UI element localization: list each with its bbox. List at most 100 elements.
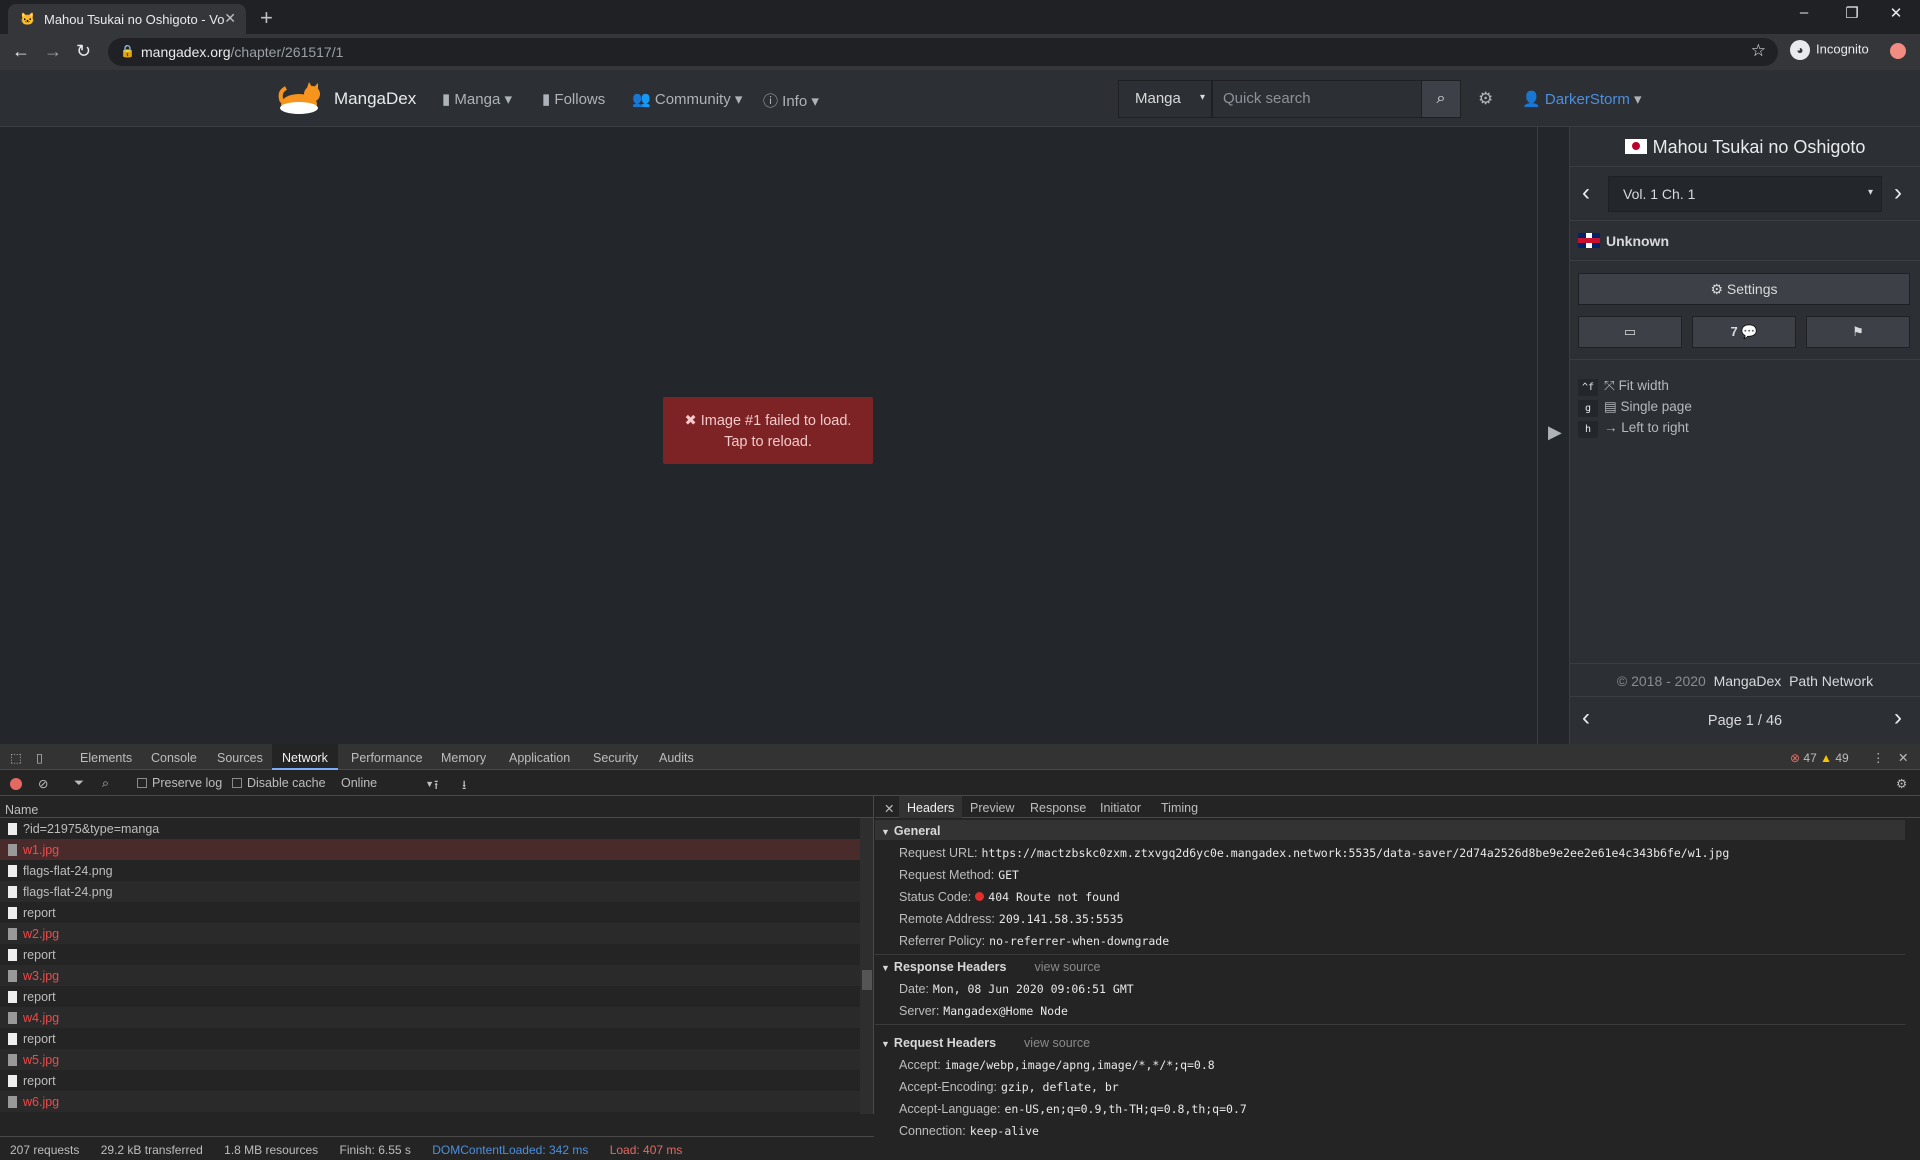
request-row[interactable]: w5.jpg bbox=[0, 1049, 860, 1070]
tab-audits[interactable]: Audits bbox=[659, 751, 694, 765]
tab-sources[interactable]: Sources bbox=[217, 751, 263, 765]
export-har-icon[interactable]: ⭳ bbox=[462, 776, 466, 797]
list-scrollbar[interactable] bbox=[860, 818, 873, 1114]
issue-counters[interactable]: ⊗ 47 ▲ 49 bbox=[1790, 751, 1849, 765]
clear-icon[interactable]: ⊘ bbox=[38, 776, 48, 791]
request-headers-toggle[interactable]: ▼ Request Headers view source bbox=[881, 1036, 1090, 1050]
import-har-icon[interactable]: ⭱ bbox=[434, 776, 438, 797]
view-source-link[interactable]: view source bbox=[1034, 960, 1100, 974]
request-row[interactable]: w1.jpg bbox=[0, 839, 860, 860]
shortcut-direction[interactable]: h → Left to right bbox=[1578, 420, 1689, 438]
close-tab-icon[interactable]: ✕ bbox=[224, 10, 236, 27]
reload-icon[interactable]: ↻ bbox=[76, 41, 91, 62]
request-row[interactable]: flags-flat-24.png bbox=[0, 881, 860, 902]
minimize-icon[interactable]: – bbox=[1784, 4, 1824, 21]
manga-title[interactable]: Mahou Tsukai no Oshigoto bbox=[1570, 127, 1920, 167]
tab-response[interactable]: Response bbox=[1030, 801, 1086, 815]
tab-elements[interactable]: Elements bbox=[80, 751, 132, 765]
report-button[interactable]: ⚑ bbox=[1806, 316, 1910, 348]
prev-page-icon[interactable]: ‹ bbox=[1582, 704, 1590, 732]
tab-initiator[interactable]: Initiator bbox=[1100, 801, 1141, 815]
request-row[interactable]: w6.jpg bbox=[0, 1091, 860, 1112]
search-type-select[interactable]: Manga ▾ bbox=[1118, 80, 1212, 118]
request-row[interactable]: w2.jpg bbox=[0, 923, 860, 944]
request-row[interactable]: report bbox=[0, 1028, 860, 1049]
image-load-error[interactable]: ✖ Image #1 failed to load. Tap to reload… bbox=[663, 397, 873, 464]
bookmark-star-icon[interactable]: ☆ bbox=[1751, 41, 1766, 61]
browser-tab[interactable]: 🐱 Mahou Tsukai no Oshigoto - Vol. ✕ bbox=[8, 4, 246, 34]
disable-cache-checkbox[interactable]: Disable cache bbox=[232, 776, 326, 790]
detail-tabbar: ✕ Headers Preview Response Initiator Tim… bbox=[875, 796, 1920, 818]
request-row[interactable]: report bbox=[0, 986, 860, 1007]
new-tab-icon[interactable]: + bbox=[260, 5, 273, 31]
back-icon[interactable]: ← bbox=[12, 41, 30, 62]
response-headers-toggle[interactable]: ▼ Response Headers view source bbox=[881, 960, 1100, 974]
shortcut-fit-width[interactable]: ^f ⤧ Fit width bbox=[1578, 378, 1669, 396]
scrollbar-thumb[interactable] bbox=[862, 970, 872, 990]
more-options-icon[interactable]: ⋮ bbox=[1872, 750, 1885, 765]
mangadex-logo-icon[interactable] bbox=[278, 82, 324, 116]
record-icon[interactable] bbox=[10, 778, 22, 790]
nav-info[interactable]: ⓘ Info ▾ bbox=[763, 90, 819, 111]
prev-chapter-icon[interactable]: ‹ bbox=[1582, 179, 1590, 207]
tab-performance[interactable]: Performance bbox=[351, 751, 423, 765]
filter-icon[interactable]: ⏷ bbox=[74, 776, 84, 791]
nav-community[interactable]: 👥 Community ▾ bbox=[632, 90, 742, 108]
settings-gear-icon[interactable]: ⚙ bbox=[1478, 89, 1493, 109]
tab-network[interactable]: Network bbox=[272, 744, 338, 770]
collapse-sidebar-button[interactable]: ▶ bbox=[1537, 127, 1570, 744]
tab-console[interactable]: Console bbox=[151, 751, 197, 765]
shortcut-single-page[interactable]: g ▤ Single page bbox=[1578, 399, 1692, 417]
nav-follows[interactable]: ▮ Follows bbox=[542, 90, 605, 108]
request-row[interactable]: w3.jpg bbox=[0, 965, 860, 986]
close-devtools-icon[interactable]: ✕ bbox=[1898, 750, 1908, 765]
device-toolbar-icon[interactable]: ▯ bbox=[36, 750, 43, 765]
brand-name[interactable]: MangaDex bbox=[334, 89, 416, 109]
nav-manga[interactable]: ▮ Manga ▾ bbox=[442, 90, 512, 108]
incognito-indicator[interactable]: ◕ Incognito bbox=[1790, 40, 1869, 60]
forward-icon[interactable]: → bbox=[44, 41, 62, 62]
date-header-row: Date: Mon, 08 Jun 2020 09:06:51 GMT bbox=[899, 982, 1134, 996]
reader-viewport[interactable]: ✖ Image #1 failed to load. Tap to reload… bbox=[0, 127, 1537, 871]
chapter-select[interactable]: Vol. 1 Ch. 1 ▾ bbox=[1608, 176, 1882, 212]
address-bar[interactable]: 🔒 mangadex.org/chapter/261517/1 ☆ bbox=[108, 38, 1778, 66]
tab-timing[interactable]: Timing bbox=[1161, 801, 1198, 815]
tab-memory[interactable]: Memory bbox=[441, 751, 486, 765]
preserve-log-checkbox[interactable]: Preserve log bbox=[137, 776, 222, 790]
view-source-link[interactable]: view source bbox=[1024, 1036, 1090, 1050]
request-row[interactable]: w4.jpg bbox=[0, 1007, 860, 1028]
window-mode-button[interactable]: ▭ bbox=[1578, 316, 1682, 348]
network-settings-icon[interactable]: ⚙ bbox=[1896, 776, 1907, 791]
next-chapter-icon[interactable]: › bbox=[1894, 179, 1902, 207]
next-page-icon[interactable]: › bbox=[1894, 704, 1902, 732]
tab-application[interactable]: Application bbox=[509, 751, 570, 765]
request-row[interactable]: report bbox=[0, 902, 860, 923]
user-menu[interactable]: 👤 DarkerStorm ▾ bbox=[1522, 90, 1642, 108]
restore-icon[interactable]: ❐ bbox=[1832, 4, 1872, 22]
settings-button[interactable]: ⚙ Settings bbox=[1578, 273, 1910, 305]
request-row[interactable]: report bbox=[0, 1112, 860, 1114]
request-row[interactable]: report bbox=[0, 944, 860, 965]
tab-security[interactable]: Security bbox=[593, 751, 638, 765]
request-row[interactable]: report bbox=[0, 1070, 860, 1091]
throttling-select[interactable]: Online ▼ bbox=[341, 776, 434, 790]
close-window-icon[interactable]: ✕ bbox=[1876, 4, 1916, 22]
comments-button[interactable]: 7 💬 bbox=[1692, 316, 1796, 348]
footer-brand[interactable]: MangaDex bbox=[1714, 673, 1782, 689]
general-section-toggle[interactable]: ▼ General bbox=[881, 824, 940, 838]
close-detail-icon[interactable]: ✕ bbox=[884, 801, 894, 816]
footer-network[interactable]: Path Network bbox=[1789, 673, 1873, 689]
extension-icon[interactable] bbox=[1890, 43, 1906, 59]
request-name: report bbox=[23, 948, 56, 962]
inspect-element-icon[interactable]: ⬚ bbox=[10, 750, 22, 765]
search-button[interactable]: ⌕ bbox=[1421, 80, 1461, 118]
tab-preview[interactable]: Preview bbox=[970, 801, 1014, 815]
name-column-header[interactable]: Name bbox=[0, 796, 873, 818]
group-info: Unknown bbox=[1570, 221, 1920, 261]
tab-headers[interactable]: Headers bbox=[899, 796, 963, 818]
request-row[interactable]: flags-flat-24.png bbox=[0, 860, 860, 881]
search-icon[interactable]: ⌕ bbox=[102, 776, 109, 791]
quick-search-input[interactable]: Quick search bbox=[1212, 80, 1422, 118]
request-row[interactable]: ?id=21975&type=manga bbox=[0, 818, 860, 839]
group-name[interactable]: Unknown bbox=[1606, 233, 1669, 249]
